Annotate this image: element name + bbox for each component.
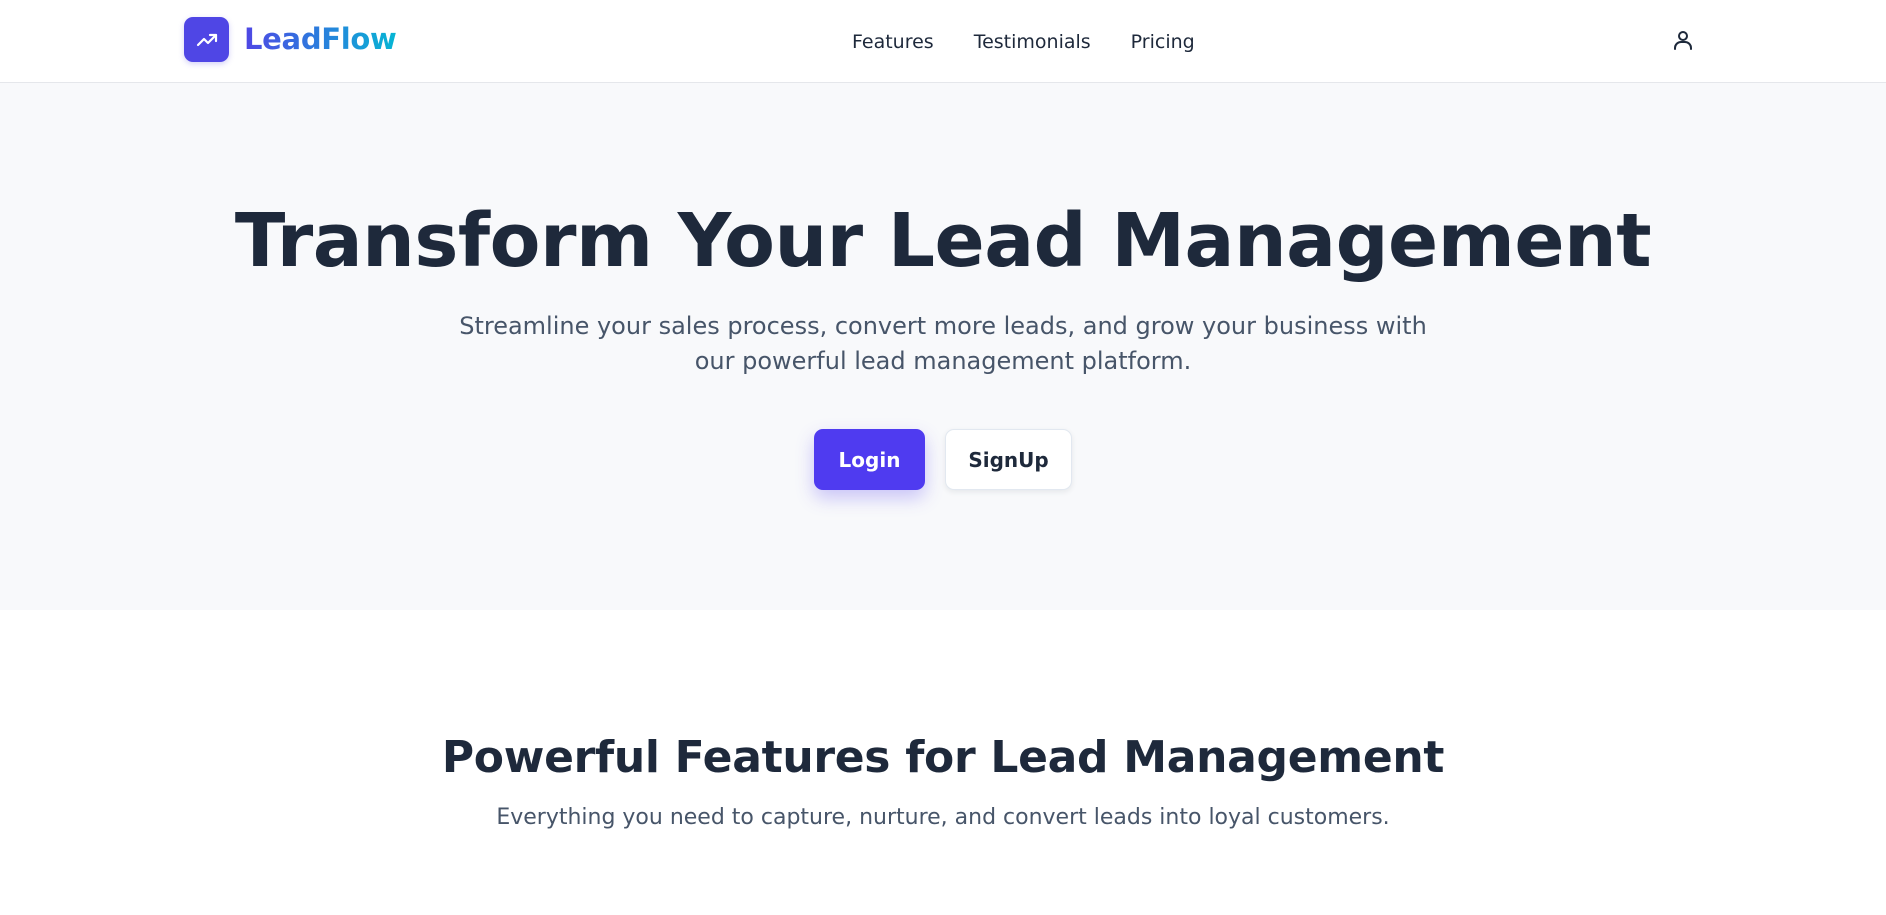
user-icon — [1671, 28, 1695, 55]
hero-section: Transform Your Lead Management Streamlin… — [0, 83, 1886, 610]
site-header: LeadFlow Features Testimonials Pricing — [0, 0, 1886, 83]
nav-link-testimonials[interactable]: Testimonials — [974, 31, 1091, 53]
hero-title: Transform Your Lead Management — [234, 198, 1652, 284]
hero-actions: Login SignUp — [0, 429, 1886, 490]
brand-name: LeadFlow — [244, 17, 397, 62]
user-account-button[interactable] — [1666, 24, 1700, 58]
login-button[interactable]: Login — [814, 429, 925, 490]
signup-button[interactable]: SignUp — [945, 429, 1072, 490]
main-nav: Features Testimonials Pricing — [852, 0, 1195, 83]
trending-up-icon — [184, 17, 229, 62]
brand-link[interactable]: LeadFlow — [184, 17, 397, 62]
nav-link-pricing[interactable]: Pricing — [1131, 31, 1195, 53]
hero-subtitle: Streamline your sales process, convert m… — [459, 312, 1427, 375]
features-subtitle: Everything you need to capture, nurture,… — [496, 805, 1390, 830]
features-section: Powerful Features for Lead Management Ev… — [0, 610, 1886, 915]
features-title: Powerful Features for Lead Management — [441, 732, 1445, 783]
nav-link-features[interactable]: Features — [852, 31, 934, 53]
